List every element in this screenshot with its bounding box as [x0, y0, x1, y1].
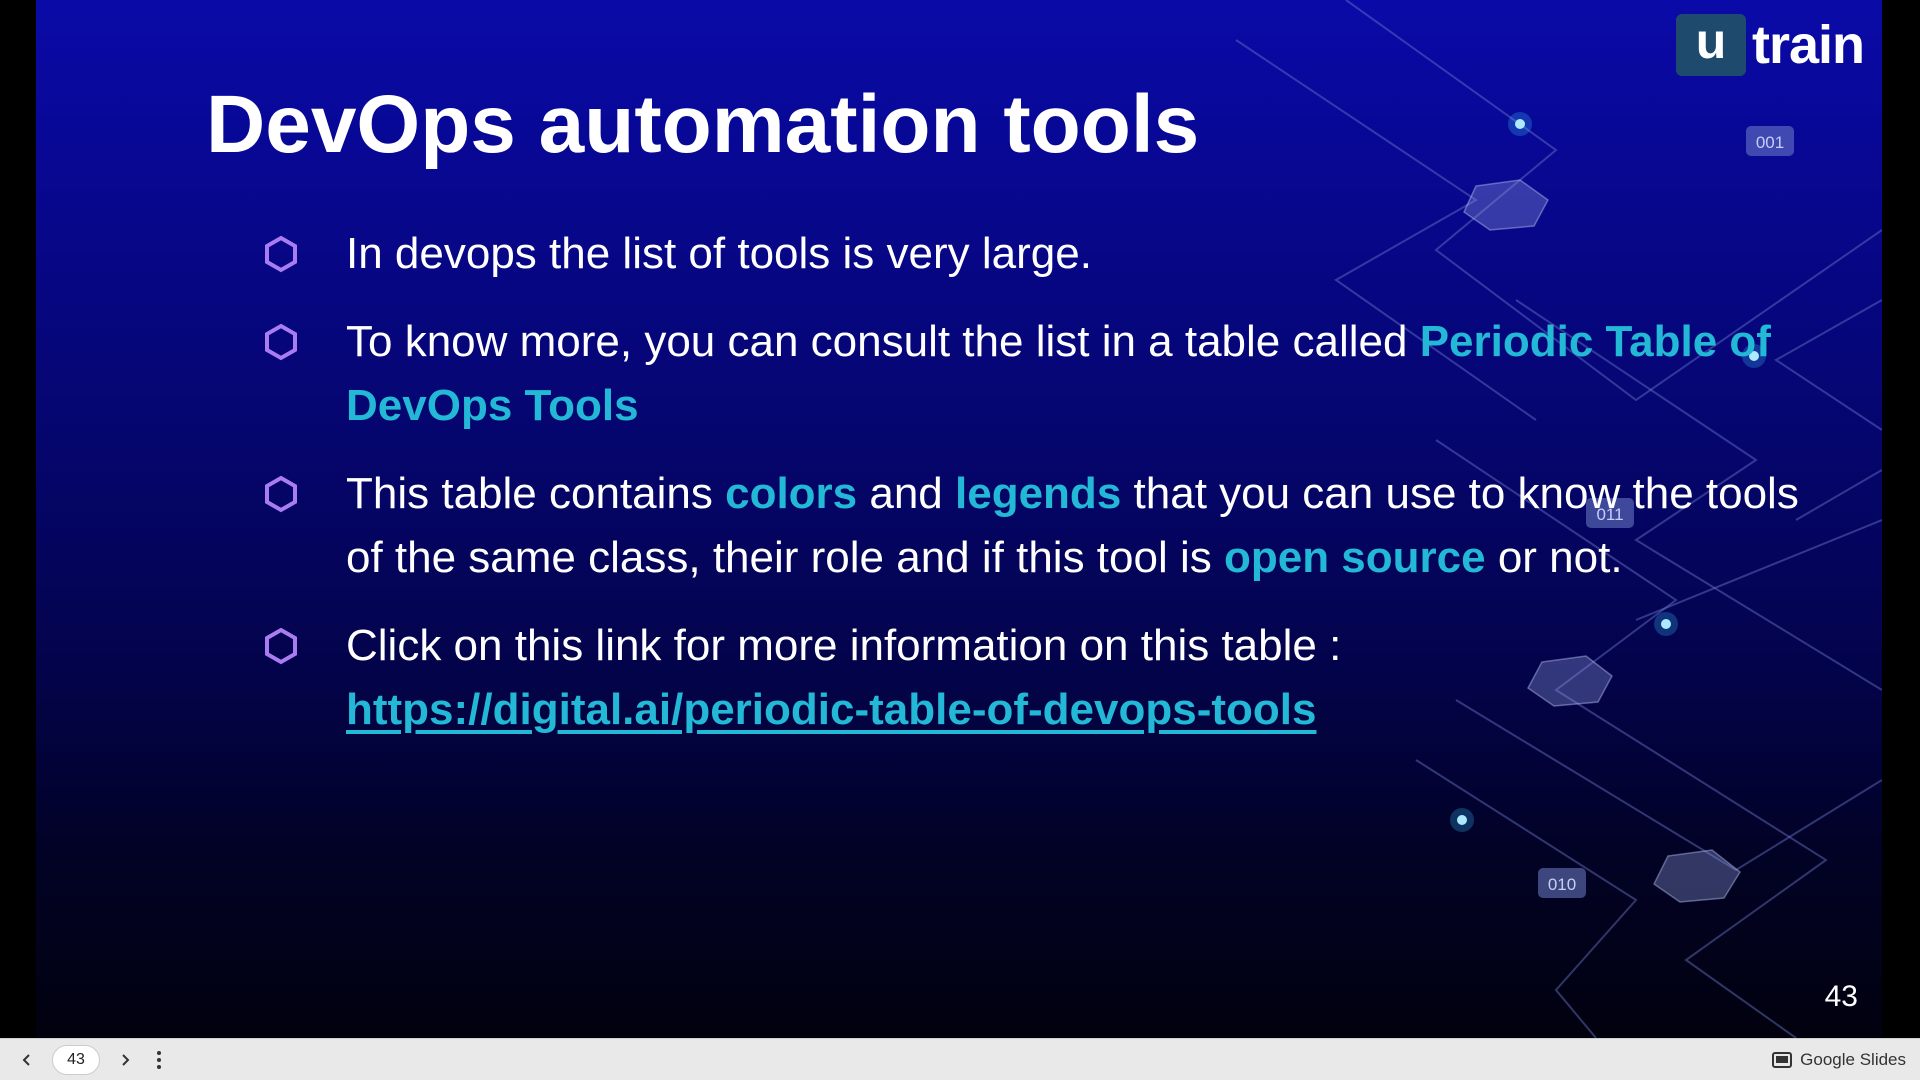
- highlight-open-source: open source: [1223, 533, 1486, 582]
- chevron-left-icon: [22, 1053, 30, 1066]
- google-slides-brand[interactable]: Google Slides: [1772, 1039, 1906, 1080]
- bullet-item: In devops the list of tools is very larg…: [264, 222, 1824, 286]
- bullet-text: Click on this link for more information …: [346, 614, 1824, 742]
- slide-number: 43: [1824, 980, 1858, 1013]
- bullet-list: In devops the list of tools is very larg…: [264, 222, 1824, 766]
- hexagon-bullet-icon: [264, 462, 346, 526]
- decor-label: 010: [1548, 875, 1576, 894]
- text-segment: Click on this link for more information …: [346, 621, 1342, 670]
- slide-viewer: 001 011 010 u train DevOps automation to…: [0, 0, 1920, 1038]
- utrain-logo: u train: [1676, 13, 1865, 76]
- decor-label: 001: [1756, 133, 1784, 152]
- highlight-legends: legends: [955, 469, 1122, 518]
- text-segment: This table contains: [346, 469, 726, 518]
- slide: 001 011 010 u train DevOps automation to…: [36, 0, 1882, 1038]
- bullet-text: In devops the list of tools is very larg…: [346, 222, 1824, 286]
- bullet-text: To know more, you can consult the list i…: [346, 310, 1824, 438]
- slides-icon: [1772, 1052, 1793, 1068]
- text-segment: or not.: [1485, 533, 1623, 582]
- slide-title: DevOps automation tools: [206, 79, 1200, 170]
- bullet-text: This table contains colors and legends t…: [346, 462, 1824, 590]
- brand-label: Google Slides: [1800, 1050, 1906, 1069]
- hexagon-bullet-icon: [264, 310, 346, 374]
- logo-text: train: [1752, 15, 1865, 75]
- text-segment: To know more, you can consult the list i…: [346, 317, 1420, 366]
- more-vertical-icon: [157, 1050, 161, 1069]
- logo-mark: u: [1676, 13, 1746, 76]
- bullet-item: This table contains colors and legends t…: [264, 462, 1824, 590]
- previous-slide-button[interactable]: [10, 1043, 44, 1077]
- hexagon-bullet-icon: [264, 222, 346, 286]
- more-options-button[interactable]: [142, 1043, 176, 1077]
- text-segment: In devops the list of tools is very larg…: [346, 229, 1092, 278]
- chevron-right-icon: [122, 1053, 130, 1066]
- page-number-input[interactable]: 43: [52, 1044, 100, 1075]
- hexagon-bullet-icon: [264, 614, 346, 678]
- highlight-colors: colors: [725, 469, 858, 518]
- bullet-item: To know more, you can consult the list i…: [264, 310, 1824, 438]
- text-segment: and: [857, 469, 956, 518]
- slides-navigation-bar: 43 Google Slides: [0, 1038, 1920, 1080]
- bullet-item: Click on this link for more information …: [264, 614, 1824, 742]
- next-slide-button[interactable]: [108, 1043, 142, 1077]
- periodic-table-link[interactable]: https://digital.ai/periodic-table-of-dev…: [346, 685, 1316, 734]
